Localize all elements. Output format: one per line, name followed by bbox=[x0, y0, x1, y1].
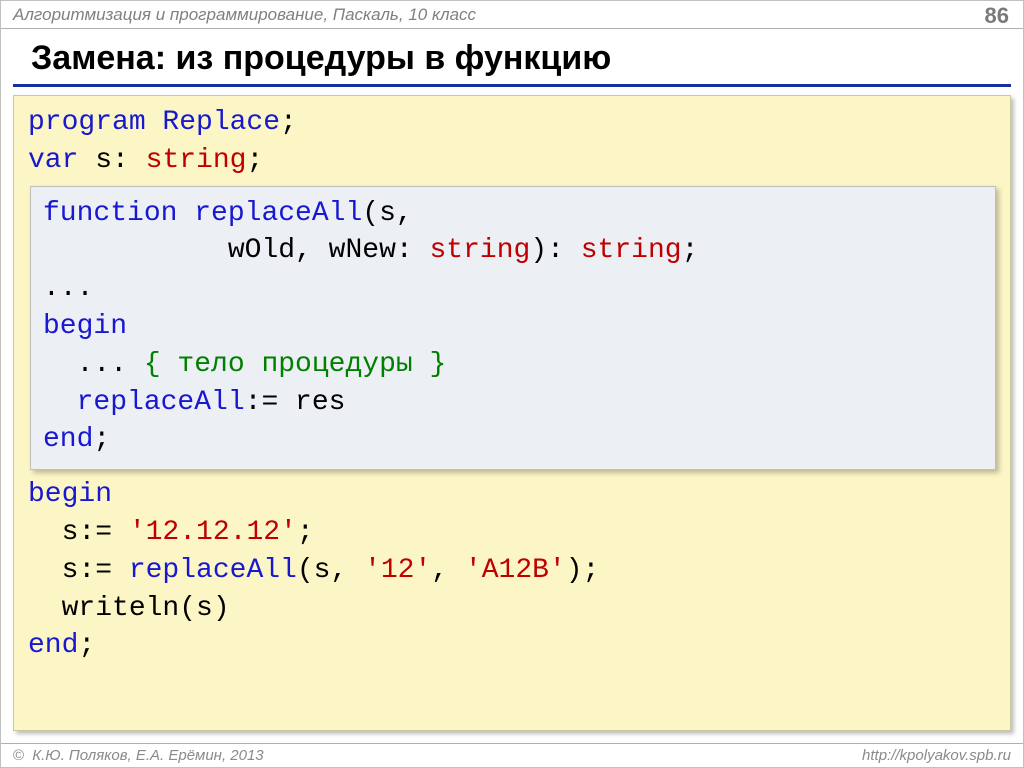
paren-open: (s, bbox=[362, 198, 412, 229]
semi: ; bbox=[682, 235, 699, 266]
ellipsis: ... bbox=[43, 349, 144, 380]
paren-close: ); bbox=[566, 555, 600, 586]
ident-replaceall: replaceAll bbox=[129, 555, 297, 586]
code-line: program Replace; bbox=[28, 104, 996, 142]
code-line: replaceAll:= res bbox=[43, 384, 983, 422]
kw-begin: begin bbox=[43, 311, 127, 342]
args: wOld, wNew: bbox=[228, 235, 430, 266]
code-line: ... { тело процедуры } bbox=[43, 346, 983, 384]
code-line: var s: string; bbox=[28, 142, 996, 180]
type-string: string bbox=[581, 235, 682, 266]
string-literal: '12.12.12' bbox=[129, 517, 297, 548]
semi: ; bbox=[246, 145, 263, 176]
var-decl: s: bbox=[95, 145, 145, 176]
indent bbox=[43, 235, 228, 266]
type-string: string bbox=[429, 235, 530, 266]
kw-function: function bbox=[43, 198, 194, 229]
footer-authors: © К.Ю. Поляков, Е.А. Ерёмин, 2013 bbox=[13, 747, 264, 764]
kw-end: end bbox=[28, 630, 78, 661]
title-underline bbox=[13, 84, 1011, 87]
outer-code-block: program Replace; var s: string; function… bbox=[13, 95, 1011, 731]
header-bar: Алгоритмизация и программирование, Паска… bbox=[1, 1, 1023, 29]
type-string: string bbox=[146, 145, 247, 176]
ident-replace: Replace bbox=[162, 107, 280, 138]
paren: (s, bbox=[297, 555, 364, 586]
code-line: end; bbox=[28, 627, 996, 665]
ident-replaceall: replaceAll bbox=[194, 198, 362, 229]
kw-var: var bbox=[28, 145, 95, 176]
code-line: ... bbox=[43, 270, 983, 308]
slide-title: Замена: из процедуры в функцию bbox=[1, 29, 1023, 84]
code-line: s:= replaceAll(s, '12', 'A12B'); bbox=[28, 552, 996, 590]
code-line: function replaceAll(s, bbox=[43, 195, 983, 233]
semi: ; bbox=[297, 517, 314, 548]
txt: s:= bbox=[28, 555, 129, 586]
code-line: wOld, wNew: string): string; bbox=[43, 232, 983, 270]
code-line: end; bbox=[43, 421, 983, 459]
code-line: begin bbox=[43, 308, 983, 346]
semi: ; bbox=[280, 107, 297, 138]
authors-text: К.Ю. Поляков, Е.А. Ерёмин, 2013 bbox=[32, 747, 263, 764]
assign-res: := res bbox=[245, 387, 346, 418]
code-line: begin bbox=[28, 476, 996, 514]
copyright-icon: © bbox=[13, 747, 24, 764]
footer-bar: © К.Ю. Поляков, Е.А. Ерёмин, 2013 http:/… bbox=[1, 743, 1023, 767]
comma: , bbox=[431, 555, 465, 586]
string-literal: '12' bbox=[364, 555, 431, 586]
txt: s:= bbox=[28, 517, 129, 548]
kw-begin: begin bbox=[28, 479, 112, 510]
inner-code-block: function replaceAll(s, wOld, wNew: strin… bbox=[30, 186, 996, 471]
string-literal: 'A12B' bbox=[465, 555, 566, 586]
mid: ): bbox=[530, 235, 580, 266]
indent bbox=[43, 387, 77, 418]
kw-end: end bbox=[43, 424, 93, 455]
semi: ; bbox=[78, 630, 95, 661]
course-label: Алгоритмизация и программирование, Паска… bbox=[13, 5, 476, 25]
code-line: s:= '12.12.12'; bbox=[28, 514, 996, 552]
footer-url: http://kpolyakov.spb.ru bbox=[862, 747, 1011, 764]
ident-replaceall: replaceAll bbox=[77, 387, 245, 418]
code-line: writeln(s) bbox=[28, 590, 996, 628]
semi: ; bbox=[93, 424, 110, 455]
comment: { тело процедуры } bbox=[144, 349, 446, 380]
kw-program: program bbox=[28, 107, 162, 138]
slide: Алгоритмизация и программирование, Паска… bbox=[0, 0, 1024, 768]
page-number: 86 bbox=[985, 3, 1009, 29]
